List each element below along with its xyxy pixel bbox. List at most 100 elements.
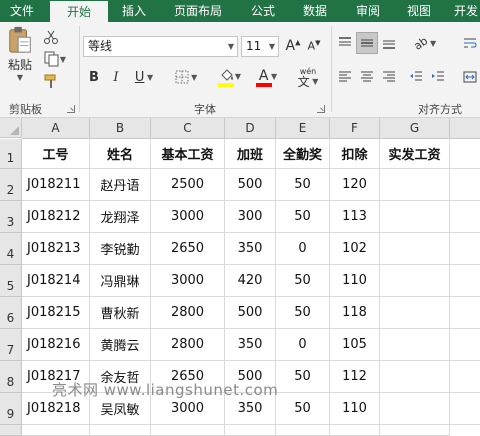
underline-button[interactable]: U ▼ [129,66,159,88]
align-right-button[interactable] [379,66,399,88]
table-cell[interactable] [380,201,450,233]
increase-font-size-button[interactable]: A▲ [283,36,303,56]
table-cell[interactable]: 0 [276,329,330,361]
empty-cell[interactable] [276,425,330,436]
header-cell[interactable]: 加班 [225,139,276,169]
table-cell[interactable]: 赵丹语 [90,169,151,201]
italic-button[interactable]: I [107,66,125,88]
table-cell[interactable]: J018213 [22,233,90,265]
table-cell[interactable]: 350 [225,329,276,361]
table-cell[interactable] [380,265,450,297]
dialog-launcher-icon[interactable] [317,105,325,113]
table-cell[interactable]: 曹秋新 [90,297,151,329]
align-middle-button[interactable] [356,32,378,54]
header-cell[interactable]: 实发工资 [380,139,450,169]
tab-3[interactable]: 插入 [110,0,158,22]
tab-2[interactable]: 开始 [50,1,108,22]
table-cell[interactable] [380,393,450,425]
table-cell[interactable]: J018214 [22,265,90,297]
tab-1[interactable]: 文件 [0,0,44,22]
table-cell[interactable]: 420 [225,265,276,297]
align-top-button[interactable] [335,32,355,54]
empty-cell[interactable] [90,425,151,436]
border-button[interactable]: ▼ [171,66,201,88]
align-bottom-button[interactable] [379,32,399,54]
table-cell[interactable]: 0 [276,233,330,265]
table-cell[interactable]: 500 [225,361,276,393]
table-cell[interactable]: 113 [330,201,380,233]
table-cell[interactable]: 李锐勤 [90,233,151,265]
table-cell[interactable]: 黄腾云 [90,329,151,361]
table-cell[interactable]: J018218 [22,393,90,425]
column-header-d[interactable]: D [225,118,276,139]
tab-9[interactable]: 开发 [446,0,480,22]
increase-indent-button[interactable] [428,66,448,88]
table-cell[interactable]: 102 [330,233,380,265]
format-painter-button[interactable] [40,71,62,91]
table-cell[interactable]: 冯鼎琳 [90,265,151,297]
row-header-partial[interactable] [0,425,22,436]
table-cell[interactable]: 50 [276,393,330,425]
row-header[interactable]: 8 [0,361,22,393]
table-cell[interactable]: 2500 [151,169,225,201]
table-cell[interactable]: 110 [330,265,380,297]
table-cell[interactable]: 112 [330,361,380,393]
bold-button[interactable]: B [85,66,103,88]
empty-cell[interactable] [450,201,480,233]
table-cell[interactable]: 110 [330,393,380,425]
table-cell[interactable] [380,297,450,329]
table-cell[interactable]: J018212 [22,201,90,233]
empty-cell[interactable] [450,265,480,297]
table-cell[interactable]: 50 [276,169,330,201]
align-left-button[interactable] [335,66,355,88]
table-cell[interactable]: 105 [330,329,380,361]
empty-cell[interactable] [450,139,480,169]
table-cell[interactable]: 300 [225,201,276,233]
table-cell[interactable] [380,169,450,201]
table-cell[interactable]: J018216 [22,329,90,361]
tab-4[interactable]: 页面布局 [160,0,236,22]
table-cell[interactable]: 2650 [151,233,225,265]
paste-button[interactable]: 粘贴 ▼ [4,26,36,82]
header-cell[interactable]: 扣除 [330,139,380,169]
table-cell[interactable]: 3000 [151,393,225,425]
font-size-select[interactable]: 11 ▼ [241,36,279,57]
row-header[interactable]: 1 [0,139,22,169]
row-header[interactable]: 6 [0,297,22,329]
tab-8[interactable]: 视图 [395,0,443,22]
column-header-b[interactable]: B [90,118,151,139]
table-cell[interactable]: 吴凤敏 [90,393,151,425]
decrease-indent-button[interactable] [406,66,426,88]
tab-5[interactable]: 公式 [238,0,288,22]
decrease-font-size-button[interactable]: A▼ [304,36,324,56]
select-all-button[interactable] [0,118,22,138]
table-cell[interactable]: 3000 [151,201,225,233]
empty-cell[interactable] [22,425,90,436]
empty-cell[interactable] [450,329,480,361]
header-cell[interactable]: 全勤奖 [276,139,330,169]
table-cell[interactable] [380,233,450,265]
dialog-launcher-icon[interactable] [67,105,75,113]
tab-6[interactable]: 数据 [290,0,340,22]
column-header-a[interactable]: A [22,118,90,139]
font-name-select[interactable]: 等线 ▼ [83,36,238,57]
align-center-button[interactable] [357,66,377,88]
font-color-button[interactable]: A ▼ [251,66,285,90]
header-cell[interactable]: 基本工资 [151,139,225,169]
table-cell[interactable]: 120 [330,169,380,201]
table-cell[interactable]: 3000 [151,265,225,297]
table-cell[interactable]: 50 [276,201,330,233]
empty-cell[interactable] [450,393,480,425]
row-header[interactable]: 3 [0,201,22,233]
table-cell[interactable]: 500 [225,297,276,329]
column-header-c[interactable]: C [151,118,225,139]
header-cell[interactable]: 工号 [22,139,90,169]
table-cell[interactable]: 50 [276,297,330,329]
table-cell[interactable] [380,361,450,393]
row-header[interactable]: 5 [0,265,22,297]
table-cell[interactable]: 50 [276,361,330,393]
table-cell[interactable] [380,329,450,361]
header-cell[interactable]: 姓名 [90,139,151,169]
empty-cell[interactable] [151,425,225,436]
table-cell[interactable]: 2800 [151,329,225,361]
